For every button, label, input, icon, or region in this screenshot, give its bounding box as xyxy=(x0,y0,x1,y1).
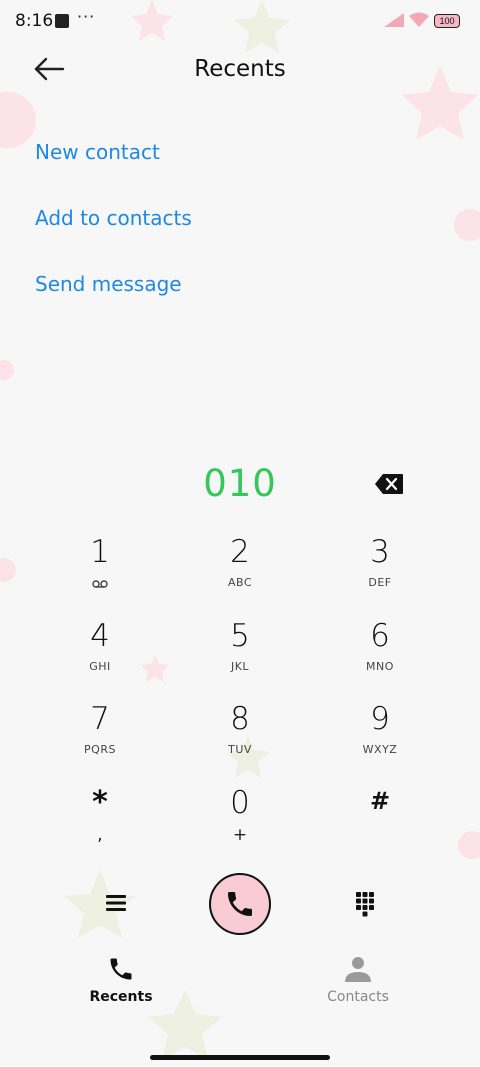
key-1[interactable]: 1 xyxy=(40,534,160,606)
key-letters: DEF xyxy=(368,576,392,589)
tab-contacts[interactable]: Contacts xyxy=(288,955,428,1015)
key-letters: MNO xyxy=(366,660,394,673)
status-time: 8:16 xyxy=(15,11,54,31)
key-digit: 7 xyxy=(90,701,110,737)
key-digit: 1 xyxy=(90,534,110,570)
key-6[interactable]: 6 MNO xyxy=(320,618,440,690)
backspace-icon[interactable] xyxy=(374,473,404,495)
key-2[interactable]: 2 ABC xyxy=(180,534,300,606)
key-letters: , xyxy=(97,825,103,845)
key-7[interactable]: 7 PQRS xyxy=(40,701,160,773)
tab-recents[interactable]: Recents xyxy=(51,955,191,1015)
dialed-number: 010 xyxy=(203,462,277,505)
key-digit: 2 xyxy=(230,534,250,570)
more-notifications-icon: ··· xyxy=(77,7,96,26)
signal-icon xyxy=(384,13,404,27)
tab-contacts-label: Contacts xyxy=(327,989,389,1005)
key-letters: WXYZ xyxy=(362,743,398,756)
key-digit: 4 xyxy=(90,618,110,654)
key-letters: PQRS xyxy=(84,743,116,756)
home-indicator[interactable] xyxy=(150,1055,330,1060)
notification-icon xyxy=(55,14,69,28)
voicemail-icon xyxy=(92,580,108,588)
key-letters: ABC xyxy=(227,576,253,589)
phone-icon xyxy=(228,892,252,916)
tab-recents-label: Recents xyxy=(89,989,153,1005)
key-5[interactable]: 5 JKL xyxy=(180,618,300,690)
send-message-link[interactable]: Send message xyxy=(35,272,182,296)
person-icon xyxy=(345,957,371,982)
key-digit: 3 xyxy=(370,534,390,570)
wifi-icon xyxy=(409,12,429,27)
key-letters: TUV xyxy=(228,743,252,756)
key-star[interactable]: * , xyxy=(40,785,160,857)
menu-icon[interactable] xyxy=(100,887,132,919)
key-9[interactable]: 9 WXYZ xyxy=(320,701,440,773)
page-title: Recents xyxy=(194,56,286,82)
add-to-contacts-link[interactable]: Add to contacts xyxy=(35,206,192,230)
key-digit: 8 xyxy=(230,701,250,737)
key-0[interactable]: 0 + xyxy=(180,785,300,857)
key-letters: + xyxy=(232,825,248,845)
key-digit: 0 xyxy=(230,785,250,821)
key-letters: JKL xyxy=(230,660,250,673)
battery-icon: 100 xyxy=(434,14,460,28)
key-letters: GHI xyxy=(89,660,111,673)
key-digit: 9 xyxy=(370,701,390,737)
call-button[interactable] xyxy=(209,873,271,935)
key-4[interactable]: 4 GHI xyxy=(40,618,160,690)
key-8[interactable]: 8 TUV xyxy=(180,701,300,773)
key-digit: 6 xyxy=(370,618,390,654)
key-digit: # xyxy=(369,787,391,815)
new-contact-link[interactable]: New contact xyxy=(35,140,160,164)
key-3[interactable]: 3 DEF xyxy=(320,534,440,606)
key-hash[interactable]: # xyxy=(320,785,440,857)
phone-icon xyxy=(110,958,132,980)
key-digit: 5 xyxy=(230,618,250,654)
dialpad-icon[interactable] xyxy=(352,889,378,919)
status-bar: 8:16 ··· 100 xyxy=(0,0,480,44)
key-digit: * xyxy=(92,785,108,820)
